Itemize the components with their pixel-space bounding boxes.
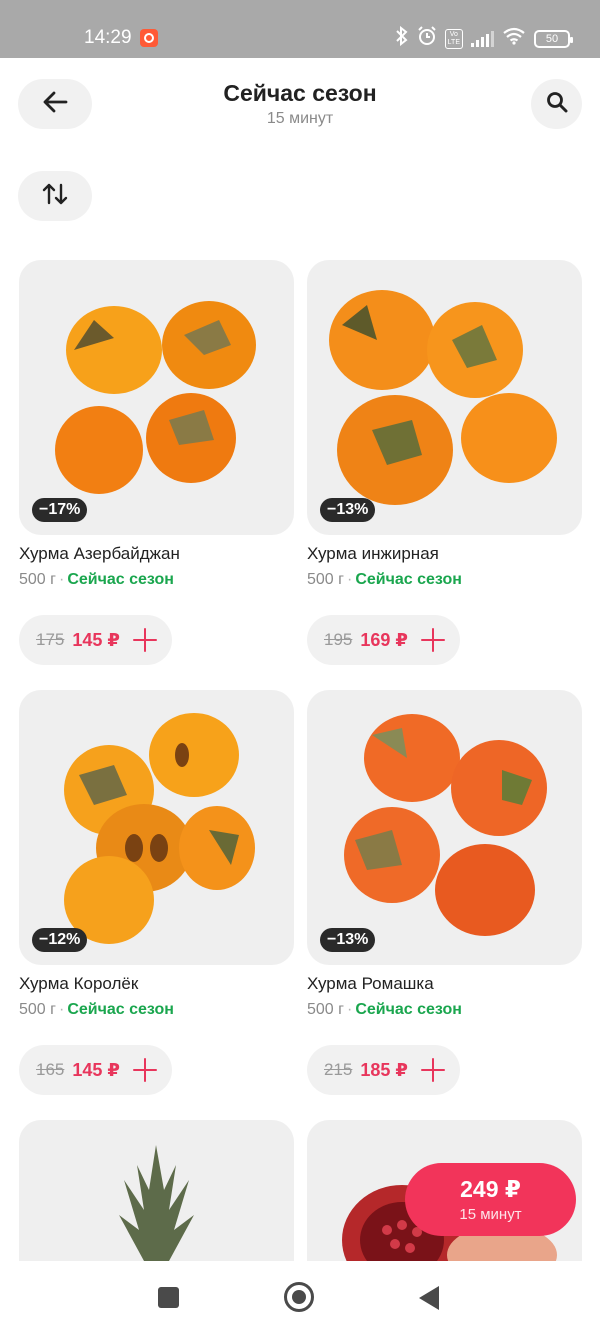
- persimmon-image: [329, 290, 557, 505]
- add-to-cart-button[interactable]: 195 169 ₽: [307, 615, 460, 665]
- alarm-icon: [417, 26, 437, 51]
- product-meta: 500 г · Сейчас сезон: [307, 1001, 462, 1019]
- system-nav-bar: [0, 1261, 600, 1332]
- recent-apps-button[interactable]: [158, 1287, 179, 1308]
- plus-icon: [420, 1057, 446, 1083]
- sort-button[interactable]: [18, 171, 92, 221]
- add-to-cart-button[interactable]: 175 145 ₽: [19, 615, 172, 665]
- bluetooth-icon: [395, 25, 409, 51]
- product-image[interactable]: [19, 1120, 294, 1261]
- product-weight: 500 г: [307, 1001, 344, 1018]
- pineapple-image: [119, 1145, 194, 1261]
- signal-icon: [471, 30, 494, 47]
- cart-total: 249 ₽: [460, 1176, 521, 1202]
- persimmon-image: [344, 714, 547, 936]
- header: Сейчас сезон 15 минут: [0, 58, 600, 221]
- new-price: 145 ₽: [72, 629, 120, 650]
- page-title: Сейчас сезон: [223, 80, 377, 106]
- cart-delivery-time: 15 минут: [459, 1206, 522, 1223]
- product-image[interactable]: −13%: [307, 260, 582, 535]
- discount-badge: −12%: [32, 928, 88, 952]
- product-image[interactable]: −17%: [19, 260, 294, 535]
- product-weight: 500 г: [19, 571, 56, 588]
- product-image[interactable]: −12%: [19, 690, 294, 965]
- product-weight: 500 г: [19, 1001, 56, 1018]
- status-icons: Vo LTE 50: [395, 25, 573, 51]
- old-price: 215: [324, 1060, 353, 1079]
- separator-dot: ·: [58, 571, 65, 588]
- product-meta: 500 г · Сейчас сезон: [307, 571, 462, 589]
- product-weight: 500 г: [307, 571, 344, 588]
- wifi-icon: [502, 27, 526, 50]
- product-image[interactable]: −13%: [307, 690, 582, 965]
- season-tag: Сейчас сезон: [355, 1001, 462, 1018]
- separator-dot: ·: [346, 1001, 353, 1018]
- old-price: 175: [36, 630, 65, 649]
- separator-dot: ·: [58, 1001, 65, 1018]
- old-price: 195: [324, 630, 353, 649]
- plus-icon: [132, 1057, 158, 1083]
- product-name[interactable]: Хурма Азербайджан: [19, 544, 180, 564]
- plus-icon: [420, 627, 446, 653]
- discount-badge: −13%: [320, 498, 376, 522]
- add-to-cart-button[interactable]: 215 185 ₽: [307, 1045, 460, 1095]
- product-name[interactable]: Хурма Королёк: [19, 974, 138, 994]
- system-back-button[interactable]: [419, 1286, 439, 1310]
- cart-button[interactable]: 249 ₽ 15 минут: [405, 1163, 576, 1236]
- separator-dot: ·: [346, 571, 353, 588]
- old-price: 165: [36, 1060, 65, 1079]
- new-price: 185 ₽: [360, 1059, 408, 1080]
- battery-icon: 50: [534, 29, 573, 48]
- home-button[interactable]: [284, 1282, 314, 1312]
- add-to-cart-button[interactable]: 165 145 ₽: [19, 1045, 172, 1095]
- persimmon-image: [55, 301, 256, 494]
- season-tag: Сейчас сезон: [67, 1001, 174, 1018]
- product-name[interactable]: Хурма инжирная: [307, 544, 439, 564]
- discount-badge: −13%: [320, 928, 376, 952]
- product-name[interactable]: Хурма Ромашка: [307, 974, 434, 994]
- plus-icon: [132, 627, 158, 653]
- sort-arrows-icon: [42, 182, 68, 211]
- search-button[interactable]: [531, 79, 582, 129]
- status-time: 14:29: [84, 27, 132, 48]
- product-meta: 500 г · Сейчас сезон: [19, 1001, 174, 1019]
- volte-icon: Vo LTE: [444, 28, 463, 49]
- season-tag: Сейчас сезон: [355, 571, 462, 588]
- screen-record-icon: [140, 29, 158, 47]
- discount-badge: −17%: [32, 498, 88, 522]
- search-icon: [546, 91, 568, 118]
- product-meta: 500 г · Сейчас сезон: [19, 571, 174, 589]
- status-bar: 14:29 Vo LTE 50: [0, 0, 600, 58]
- new-price: 145 ₽: [72, 1059, 120, 1080]
- delivery-time: 15 минут: [266, 110, 334, 127]
- new-price: 169 ₽: [360, 629, 408, 650]
- season-tag: Сейчас сезон: [67, 571, 174, 588]
- persimmon-image: [64, 713, 255, 944]
